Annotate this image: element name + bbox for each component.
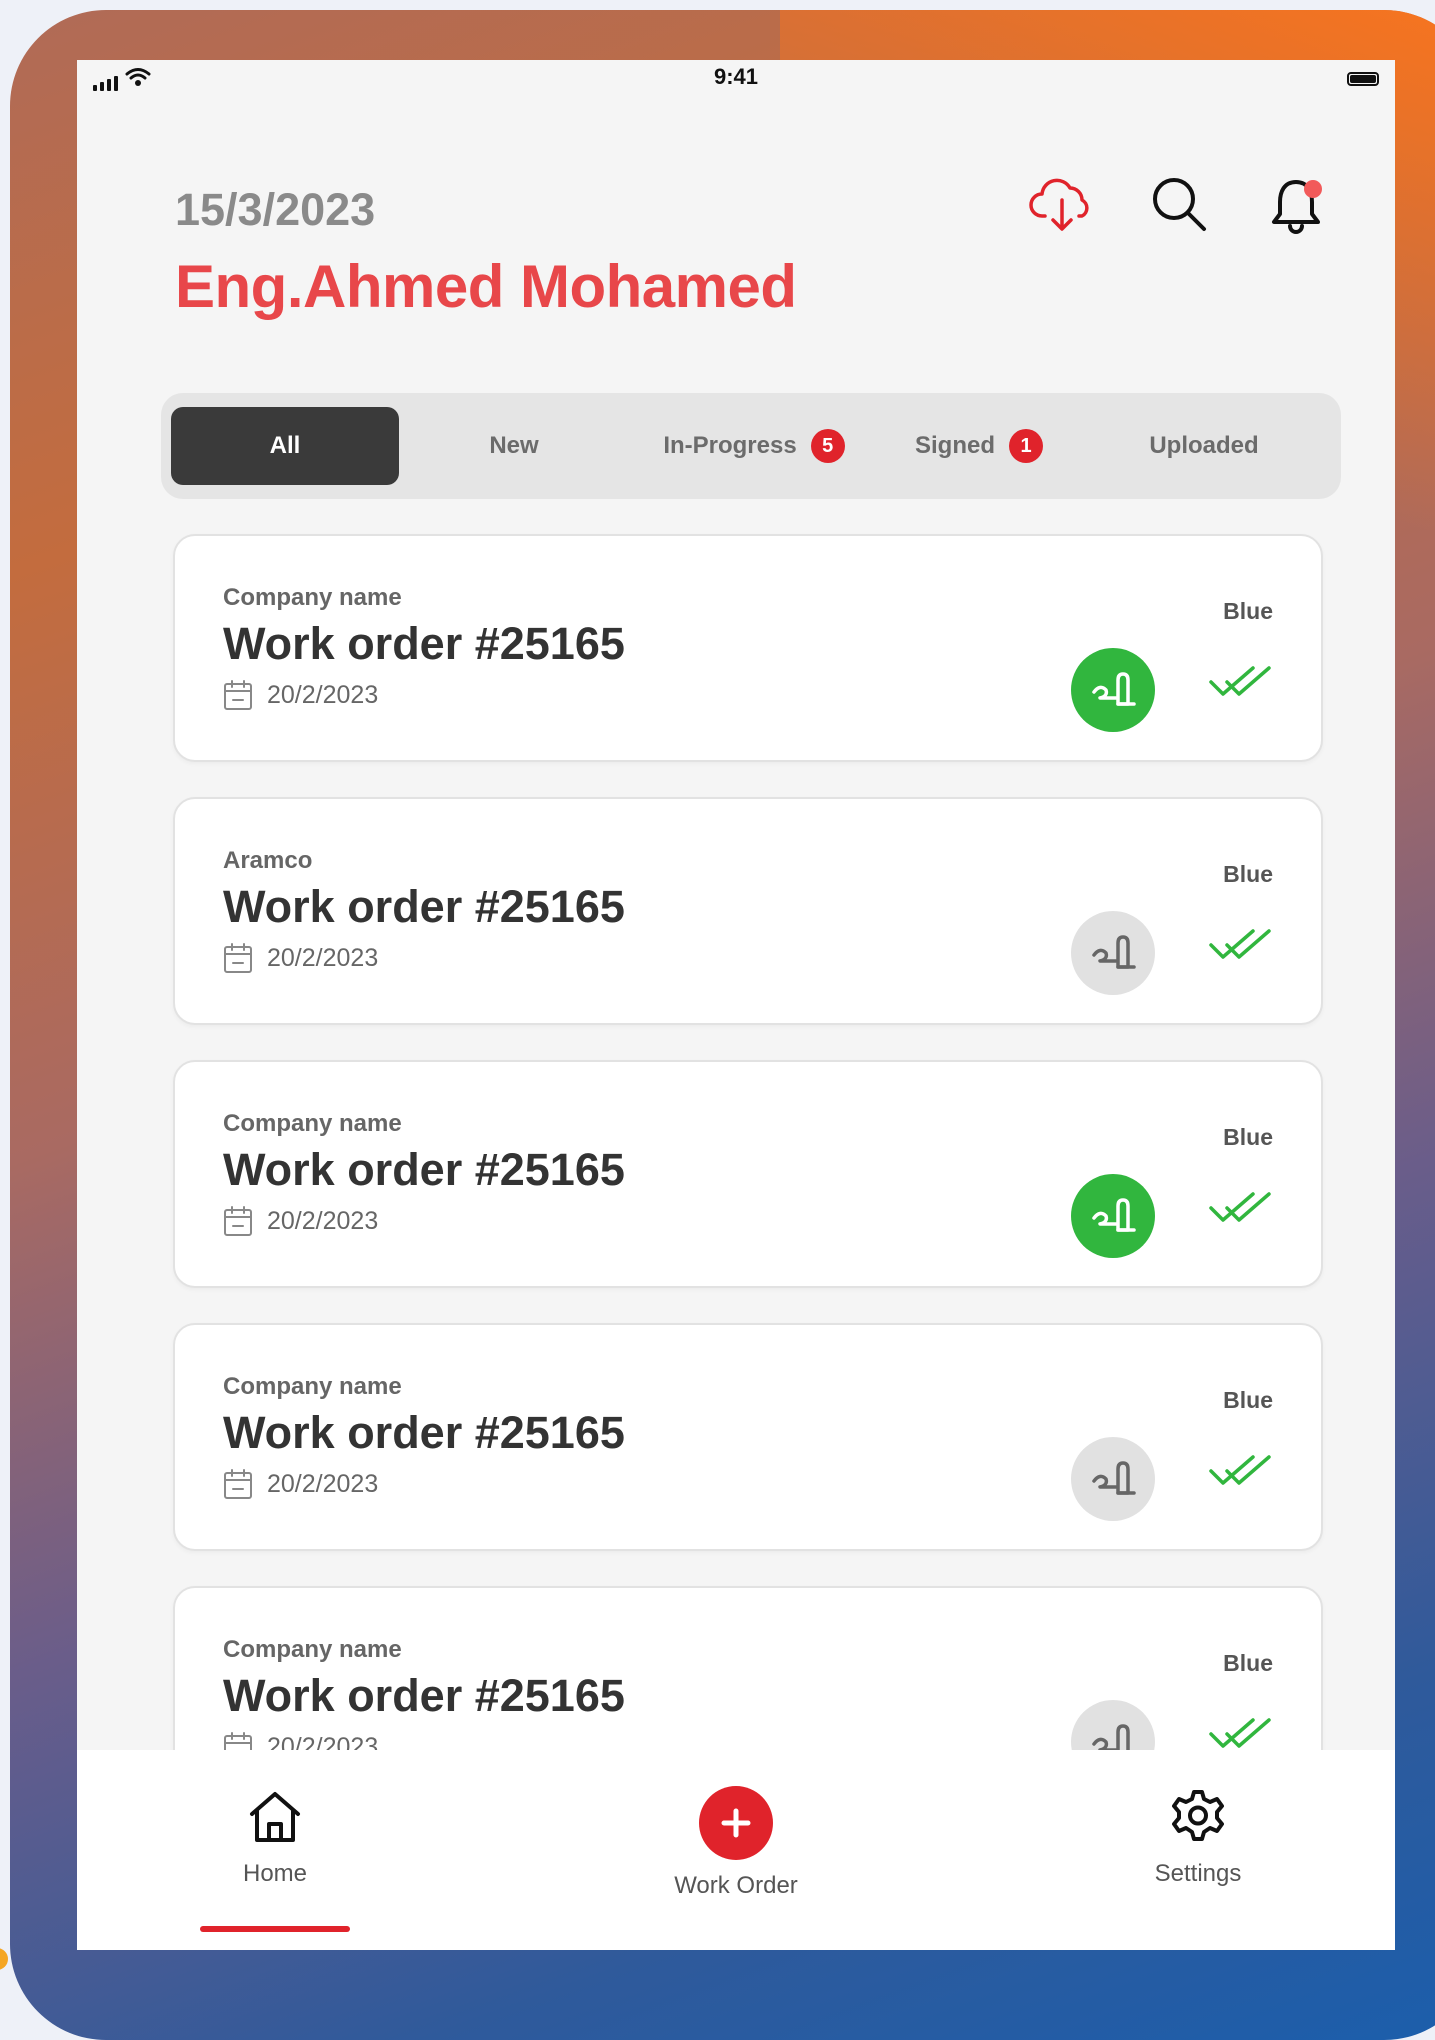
tablet-screen: 9:41 15/3/2023 Eng.Ahmed Mohamed All New… <box>77 60 1395 1950</box>
tab-label: Uploaded <box>1149 432 1259 459</box>
nav-label: Settings <box>1154 1860 1242 1887</box>
signature-button[interactable] <box>1071 1174 1155 1258</box>
work-order-card[interactable]: Company name Work order #25165 20/2/2023 Bl… <box>173 1323 1323 1551</box>
notifications-button[interactable] <box>1260 168 1332 240</box>
plus-icon <box>721 1808 751 1838</box>
decorative-dot <box>0 1948 8 1970</box>
tab-label: Signed <box>914 432 995 459</box>
company-name: Aramco <box>223 847 313 874</box>
work-order-date: 20/2/2023 <box>223 942 378 974</box>
calendar-icon <box>224 1469 252 1499</box>
work-order-title: Work order #25165 <box>223 1144 625 1195</box>
cloud-download-button[interactable] <box>1026 168 1098 240</box>
double-check-icon <box>1207 1190 1273 1233</box>
date-text: 20/2/2023 <box>267 680 379 709</box>
date-text: 20/2/2023 <box>267 1206 379 1235</box>
tab-label: All <box>269 432 301 459</box>
count-badge: 1 <box>1009 429 1043 463</box>
home-icon <box>250 1792 300 1842</box>
active-indicator <box>200 1926 350 1932</box>
header-date: 15/3/2023 <box>175 184 376 235</box>
work-order-title: Work order #25165 <box>223 881 625 932</box>
work-order-card[interactable]: Aramco Work order #25165 20/2/2023 Blue <box>173 797 1323 1025</box>
work-order-card[interactable]: Company name Work order #25165 20/2/2023 Bl… <box>173 534 1323 762</box>
nav-label: Home <box>242 1860 308 1887</box>
work-order-date: 20/2/2023 <box>223 679 378 711</box>
status-label: Blue <box>1223 1387 1273 1413</box>
double-check-icon <box>1207 927 1273 970</box>
signature-icon <box>1092 1461 1136 1495</box>
work-order-title: Work order #25165 <box>223 1407 625 1458</box>
work-order-date: 20/2/2023 <box>223 1468 378 1500</box>
search-icon <box>1153 178 1206 231</box>
tab-signed[interactable]: Signed 1 <box>879 407 1079 485</box>
status-label: Blue <box>1223 1124 1273 1150</box>
calendar-icon <box>224 680 252 710</box>
signature-icon <box>1092 935 1136 969</box>
status-label: Blue <box>1223 598 1273 624</box>
signature-icon <box>1092 1198 1136 1232</box>
battery-icon <box>1347 72 1379 86</box>
tab-in-progress[interactable]: In-Progress 5 <box>629 407 879 485</box>
user-name: Eng.Ahmed Mohamed <box>175 253 797 320</box>
status-time: 9:41 <box>713 64 759 89</box>
signature-button[interactable] <box>1071 911 1155 995</box>
tab-new[interactable]: New <box>399 407 629 485</box>
count-badge: 5 <box>810 429 845 463</box>
work-order-card[interactable]: Company name Work order #25165 20/2/2023 Bl… <box>173 1060 1323 1288</box>
search-button[interactable] <box>1143 168 1215 240</box>
notification-dot <box>1304 180 1322 198</box>
nav-work-order[interactable]: Work Order <box>636 1786 836 1900</box>
date-text: 20/2/2023 <box>267 943 379 972</box>
company-name: Company name <box>223 584 402 611</box>
work-order-title: Work order #25165 <box>223 618 625 669</box>
work-order-title: Work order #25165 <box>223 1670 625 1721</box>
nav-settings[interactable]: Settings <box>1098 1786 1298 1888</box>
calendar-icon <box>224 1206 252 1236</box>
signature-icon <box>1092 672 1136 706</box>
company-name: Company name <box>223 1110 402 1137</box>
gear-icon <box>1172 1790 1224 1841</box>
double-check-icon <box>1207 664 1273 707</box>
company-name: Company name <box>223 1373 402 1400</box>
tab-label: In-Progress <box>663 432 797 459</box>
status-bar: 9:41 <box>77 60 1395 96</box>
double-check-icon <box>1207 1453 1273 1496</box>
status-label: Blue <box>1223 1650 1273 1676</box>
work-order-date: 20/2/2023 <box>223 1205 378 1237</box>
status-label: Blue <box>1223 861 1273 887</box>
tab-label: New <box>489 432 539 459</box>
bottom-navigation: Home Work Order Settings <box>77 1750 1395 1950</box>
filter-tabs: All New In-Progress 5 Signed 1 Uploaded <box>161 393 1341 499</box>
calendar-icon <box>224 943 252 973</box>
nav-label: Work Order <box>674 1872 798 1899</box>
nav-home[interactable]: Home <box>175 1786 375 1888</box>
date-text: 20/2/2023 <box>267 1469 379 1498</box>
company-name: Company name <box>223 1636 402 1663</box>
tab-all[interactable]: All <box>171 407 399 485</box>
signature-button[interactable] <box>1071 648 1155 732</box>
signature-button[interactable] <box>1071 1437 1155 1521</box>
cloud-download-icon <box>1029 178 1089 231</box>
add-work-order-button[interactable] <box>699 1786 773 1860</box>
tab-uploaded[interactable]: Uploaded <box>1079 407 1329 485</box>
